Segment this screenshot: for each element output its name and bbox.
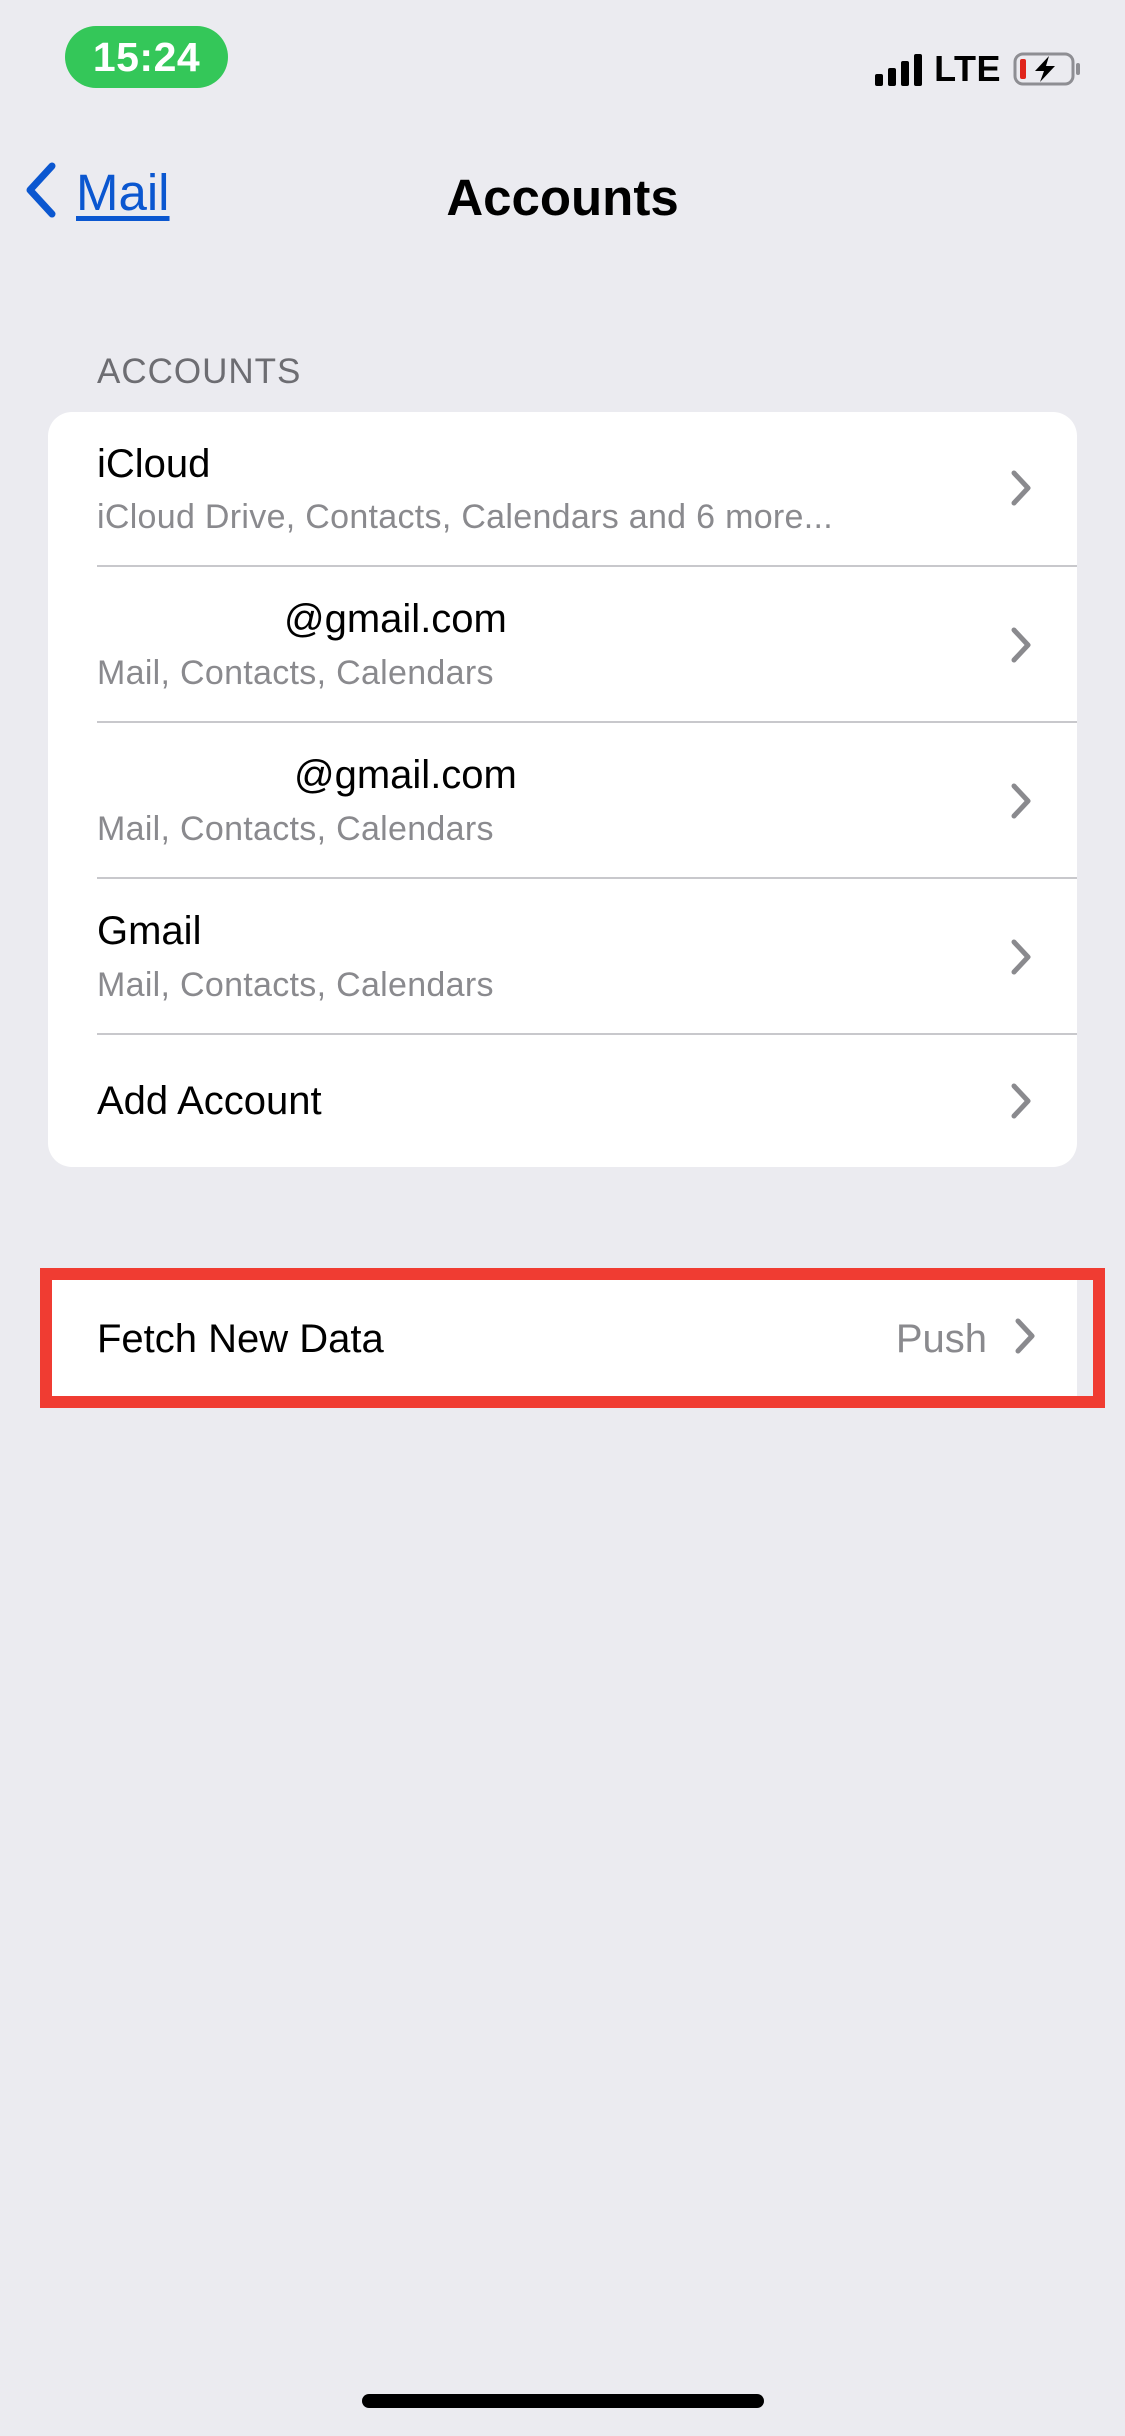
- network-type: LTE: [934, 48, 1001, 89]
- signal-icon: [875, 52, 923, 86]
- account-subtitle: Mail, Contacts, Calendars: [97, 966, 494, 1004]
- account-row-icloud[interactable]: iCloud iCloud Drive, Contacts, Calendars…: [48, 412, 1077, 567]
- account-row-gmail-1[interactable]: @gmail.com Mail, Contacts, Calendars: [48, 567, 1077, 723]
- battery-charging-icon: [1013, 51, 1083, 87]
- account-title: Gmail: [97, 909, 202, 953]
- highlight-box: [40, 1268, 1105, 1408]
- add-account-button[interactable]: Add Account: [48, 1035, 1077, 1167]
- account-row-gmail-2[interactable]: @gmail.com Mail, Contacts, Calendars: [48, 723, 1077, 879]
- chevron-right-icon: [1009, 468, 1033, 513]
- page-title: Accounts: [446, 169, 679, 226]
- account-subtitle: iCloud Drive, Contacts, Calendars and 6 …: [97, 498, 833, 536]
- accounts-list: iCloud iCloud Drive, Contacts, Calendars…: [48, 412, 1077, 1167]
- chevron-right-icon: [1009, 781, 1033, 826]
- status-icons: LTE: [875, 48, 1083, 90]
- add-account-label: Add Account: [97, 1079, 322, 1123]
- status-time: 15:24: [65, 26, 228, 88]
- chevron-right-icon: [1009, 625, 1033, 670]
- account-row-gmail[interactable]: Gmail Mail, Contacts, Calendars: [48, 879, 1077, 1035]
- account-title: iCloud: [97, 442, 211, 486]
- home-indicator[interactable]: [362, 2394, 764, 2408]
- account-subtitle: Mail, Contacts, Calendars: [97, 654, 494, 692]
- account-title: @gmail.com: [294, 753, 517, 797]
- chevron-right-icon: [1009, 937, 1033, 982]
- account-subtitle: Mail, Contacts, Calendars: [97, 810, 494, 848]
- section-header-accounts: ACCOUNTS: [97, 352, 302, 391]
- accounts-screen: 15:24 LTE Mail Accounts ACCOUNTS iCloud: [0, 0, 1125, 2436]
- account-title: @gmail.com: [284, 597, 507, 641]
- chevron-right-icon: [1009, 1081, 1033, 1126]
